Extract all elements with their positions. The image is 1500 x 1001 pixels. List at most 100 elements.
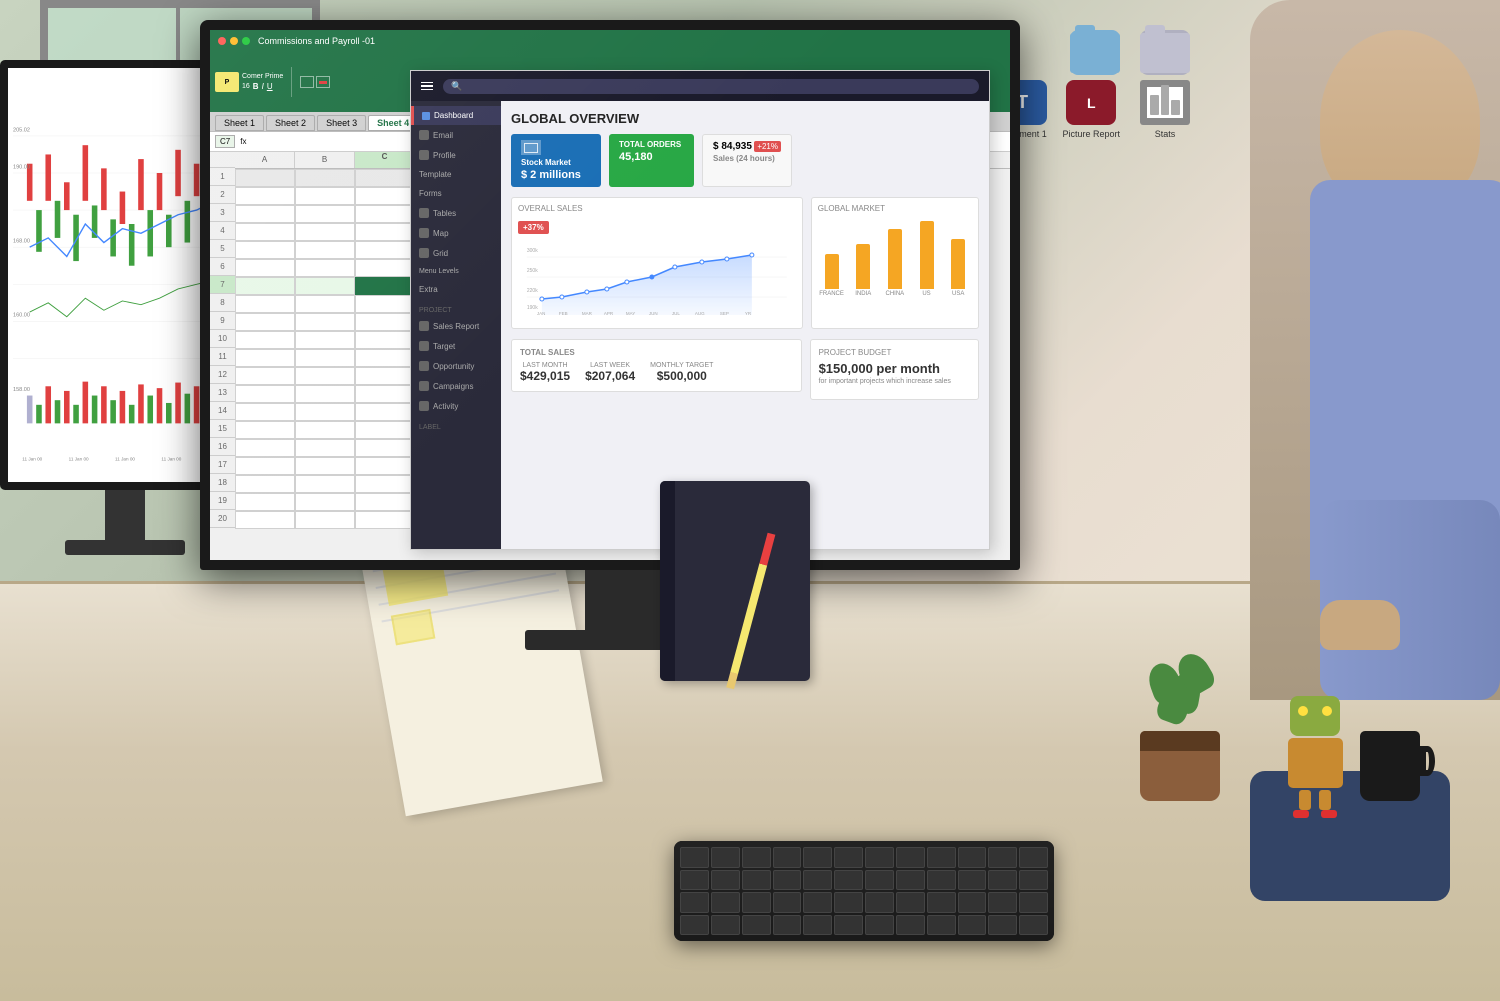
key[interactable] [773, 892, 802, 913]
excel-cell[interactable] [295, 439, 355, 457]
excel-cell[interactable] [235, 169, 295, 187]
key[interactable] [865, 915, 894, 936]
excel-cell[interactable] [235, 259, 295, 277]
excel-cell[interactable] [235, 349, 295, 367]
key[interactable] [742, 847, 771, 868]
bold-button[interactable]: B [253, 82, 259, 91]
excel-cell[interactable] [295, 187, 355, 205]
key[interactable] [988, 892, 1017, 913]
sidebar-item-activity[interactable]: Activity [411, 396, 501, 416]
close-button[interactable] [218, 37, 226, 45]
key[interactable] [927, 892, 956, 913]
excel-cell[interactable] [355, 259, 415, 277]
document3-icon[interactable]: Stats [1140, 80, 1190, 139]
sidebar-item-map[interactable]: Map [411, 223, 501, 243]
key[interactable] [834, 915, 863, 936]
key[interactable] [742, 892, 771, 913]
excel-cell[interactable] [355, 403, 415, 421]
excel-cell[interactable] [355, 493, 415, 511]
key[interactable] [865, 892, 894, 913]
key[interactable] [680, 870, 709, 891]
sidebar-item-sales[interactable]: Sales Report [411, 316, 501, 336]
key[interactable] [711, 915, 740, 936]
sidebar-item-forms[interactable]: Forms [411, 184, 501, 203]
sidebar-item-email[interactable]: Email [411, 125, 501, 145]
key[interactable] [834, 892, 863, 913]
key[interactable] [680, 847, 709, 868]
key[interactable] [680, 915, 709, 936]
key[interactable] [958, 915, 987, 936]
key[interactable] [773, 847, 802, 868]
excel-cell[interactable] [295, 493, 355, 511]
key[interactable] [803, 892, 832, 913]
key[interactable] [958, 847, 987, 868]
sidebar-item-tables[interactable]: Tables [411, 203, 501, 223]
search-bar[interactable]: 🔍 [443, 79, 979, 94]
excel-cell[interactable] [355, 205, 415, 223]
key[interactable] [1019, 892, 1048, 913]
excel-cell[interactable] [235, 457, 295, 475]
excel-cell[interactable] [355, 241, 415, 259]
sidebar-item-target[interactable]: Target [411, 336, 501, 356]
excel-cell[interactable] [235, 295, 295, 313]
key[interactable] [927, 870, 956, 891]
excel-cell[interactable] [235, 385, 295, 403]
excel-cell[interactable] [235, 331, 295, 349]
key[interactable] [988, 870, 1017, 891]
key[interactable] [711, 847, 740, 868]
excel-cell[interactable] [355, 223, 415, 241]
excel-cell[interactable] [355, 475, 415, 493]
key[interactable] [742, 915, 771, 936]
key[interactable] [834, 870, 863, 891]
key[interactable] [711, 870, 740, 891]
key[interactable] [803, 870, 832, 891]
excel-cell[interactable] [295, 457, 355, 475]
minimize-button[interactable] [230, 37, 238, 45]
key[interactable] [896, 892, 925, 913]
excel-cell[interactable] [355, 421, 415, 439]
excel-cell[interactable] [355, 295, 415, 313]
key[interactable] [896, 915, 925, 936]
italic-button[interactable]: I [262, 82, 264, 91]
key[interactable] [1019, 915, 1048, 936]
maximize-button[interactable] [242, 37, 250, 45]
excel-cell[interactable] [355, 511, 415, 529]
sheet-tab-2[interactable]: Sheet 2 [266, 115, 315, 131]
excel-cell[interactable] [295, 331, 355, 349]
paste-button[interactable]: P [215, 72, 239, 92]
key[interactable] [834, 847, 863, 868]
excel-cell[interactable] [355, 385, 415, 403]
border-button[interactable] [300, 76, 314, 88]
sidebar-item-dashboard[interactable]: Dashboard [411, 106, 501, 125]
key[interactable] [958, 892, 987, 913]
sidebar-item-profile[interactable]: Profile [411, 145, 501, 165]
key[interactable] [680, 892, 709, 913]
excel-cell[interactable] [355, 331, 415, 349]
key[interactable] [988, 847, 1017, 868]
key[interactable] [896, 847, 925, 868]
key[interactable] [803, 847, 832, 868]
excel-cell[interactable] [235, 187, 295, 205]
keyboard[interactable] [674, 841, 1054, 941]
excel-cell[interactable] [355, 187, 415, 205]
sidebar-item-menu-levels[interactable]: Menu Levels [411, 263, 501, 280]
excel-cell[interactable] [295, 475, 355, 493]
sidebar-item-opportunity[interactable]: Opportunity [411, 356, 501, 376]
menu-icon[interactable] [421, 82, 433, 91]
sidebar-item-template[interactable]: Template [411, 165, 501, 184]
excel-cell[interactable] [295, 295, 355, 313]
excel-cell[interactable] [235, 439, 295, 457]
key[interactable] [865, 870, 894, 891]
excel-cell[interactable] [355, 349, 415, 367]
key[interactable] [773, 870, 802, 891]
key[interactable] [711, 892, 740, 913]
excel-cell[interactable] [355, 277, 415, 295]
excel-cell[interactable] [235, 421, 295, 439]
key[interactable] [1019, 847, 1048, 868]
excel-cell[interactable] [355, 313, 415, 331]
excel-cell[interactable] [295, 169, 355, 187]
sidebar-item-grid[interactable]: Grid [411, 243, 501, 263]
key[interactable] [1019, 870, 1048, 891]
excel-cell[interactable] [295, 511, 355, 529]
excel-cell[interactable] [235, 403, 295, 421]
